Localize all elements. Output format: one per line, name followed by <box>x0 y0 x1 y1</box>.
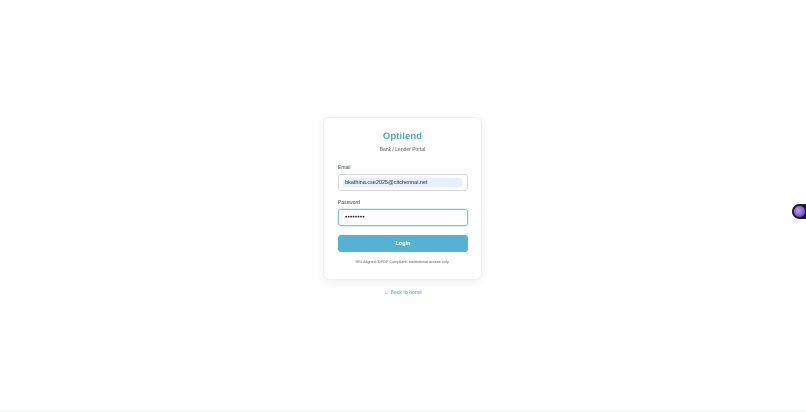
compliance-notice: RBI-Aligned. DPDP Compliant. Institution… <box>355 260 450 264</box>
back-to-home-container: ← Back to home <box>0 290 806 296</box>
login-button[interactable]: Login <box>338 235 468 252</box>
email-label: Email <box>338 165 351 171</box>
password-label: Password <box>338 200 360 206</box>
password-field[interactable]: •••••••• <box>338 209 468 226</box>
email-value: bkathina.cse2025@citchennai.net <box>345 179 428 186</box>
password-value: •••••••• <box>345 214 365 221</box>
login-page: Optilend Bank / Lender Portal Email bkat… <box>0 0 806 412</box>
assistant-avatar-icon <box>794 206 805 217</box>
brand-title: Optilend <box>382 131 423 142</box>
email-field[interactable]: bkathina.cse2025@citchennai.net <box>338 174 468 191</box>
portal-subtitle: Bank / Lender Portal <box>379 147 426 153</box>
floating-assistant-button[interactable] <box>792 204 806 219</box>
back-to-home-link[interactable]: ← Back to home <box>384 290 422 296</box>
login-card: Optilend Bank / Lender Portal Email bkat… <box>323 117 482 280</box>
